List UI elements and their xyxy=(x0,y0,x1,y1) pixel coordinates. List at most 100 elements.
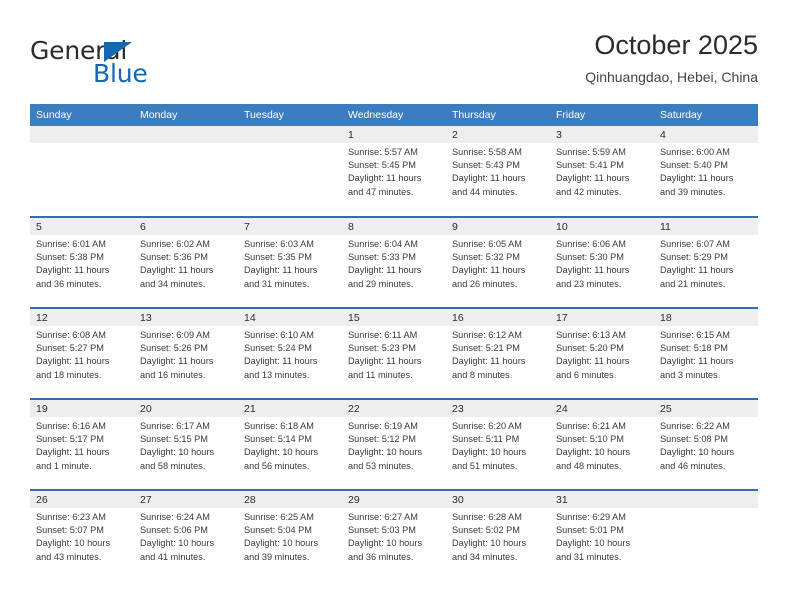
daylight-text-line1: Daylight: 10 hours xyxy=(140,538,215,549)
day-number: 20 xyxy=(134,400,238,417)
daylight-text-line1: Daylight: 11 hours xyxy=(244,356,318,367)
day-details: Sunrise: 6:10 AM Sunset: 5:24 PM Daylight:… xyxy=(238,326,342,382)
calendar-week-row: 19 Sunrise: 6:16 AM Sunset: 5:17 PM Dayligh… xyxy=(30,398,758,490)
calendar-day-cell[interactable]: 10 Sunrise: 6:06 AM Sunset: 5:30 PM Dayligh… xyxy=(550,216,654,308)
daylight-text-line2: and 31 minutes. xyxy=(556,551,622,562)
title-block: October 2025 Qinhuangdao, Hebei, China xyxy=(585,28,758,87)
calendar-day-cell[interactable]: 1 Sunrise: 5:57 AM Sunset: 5:45 PM Daylight… xyxy=(342,126,446,217)
day-number: 8 xyxy=(342,218,446,235)
day-number: 29 xyxy=(342,491,446,508)
day-details: Sunrise: 6:18 AM Sunset: 5:14 PM Daylight:… xyxy=(238,417,342,473)
calendar-day-cell[interactable]: 17 Sunrise: 6:13 AM Sunset: 5:20 PM Dayligh… xyxy=(550,307,654,399)
calendar-day-cell[interactable]: 21 Sunrise: 6:18 AM Sunset: 5:14 PM Dayligh… xyxy=(238,398,342,490)
daylight-text-line2: and 34 minutes. xyxy=(140,278,206,289)
daylight-text-line1: Daylight: 11 hours xyxy=(556,265,630,276)
daylight-text-line1: Daylight: 11 hours xyxy=(660,173,734,184)
sunrise-text: Sunrise: 6:18 AM xyxy=(244,421,314,431)
calendar-day-cell[interactable]: 22 Sunrise: 6:19 AM Sunset: 5:12 PM Dayligh… xyxy=(342,398,446,490)
calendar-day-cell[interactable]: 15 Sunrise: 6:11 AM Sunset: 5:23 PM Dayligh… xyxy=(342,307,446,399)
sunrise-text: Sunrise: 6:28 AM xyxy=(452,512,522,522)
day-number: 26 xyxy=(30,491,134,508)
daylight-text-line2: and 26 minutes. xyxy=(452,278,518,289)
calendar-day-cell[interactable]: 6 Sunrise: 6:02 AM Sunset: 5:36 PM Daylight… xyxy=(134,216,238,308)
sunset-text: Sunset: 5:29 PM xyxy=(660,252,728,263)
sunrise-text: Sunrise: 5:59 AM xyxy=(556,147,626,157)
calendar-day-cell[interactable]: 3 Sunrise: 5:59 AM Sunset: 5:41 PM Daylight… xyxy=(550,126,654,217)
calendar-day-cell[interactable]: 18 Sunrise: 6:15 AM Sunset: 5:18 PM Dayligh… xyxy=(654,307,758,399)
calendar-day-cell[interactable]: 13 Sunrise: 6:09 AM Sunset: 5:26 PM Dayligh… xyxy=(134,307,238,399)
calendar-day-cell[interactable]: 28 Sunrise: 6:25 AM Sunset: 5:04 PM Dayligh… xyxy=(238,489,342,581)
daylight-text-line1: Daylight: 11 hours xyxy=(556,173,630,184)
day-number: 4 xyxy=(654,126,758,143)
daylight-text-line2: and 39 minutes. xyxy=(244,551,310,562)
daylight-text-line2: and 51 minutes. xyxy=(452,460,518,471)
day-number: 2 xyxy=(446,126,550,143)
weekday-header-friday: Friday xyxy=(550,104,654,126)
daylight-text-line1: Daylight: 11 hours xyxy=(556,356,630,367)
sunrise-text: Sunrise: 6:29 AM xyxy=(556,512,626,522)
calendar-day-cell[interactable]: 24 Sunrise: 6:21 AM Sunset: 5:10 PM Dayligh… xyxy=(550,398,654,490)
daylight-text-line1: Daylight: 10 hours xyxy=(452,538,527,549)
calendar-day-cell[interactable]: 30 Sunrise: 6:28 AM Sunset: 5:02 PM Dayligh… xyxy=(446,489,550,581)
sunrise-text: Sunrise: 6:21 AM xyxy=(556,421,626,431)
calendar-day-cell[interactable]: 14 Sunrise: 6:10 AM Sunset: 5:24 PM Dayligh… xyxy=(238,307,342,399)
sunrise-text: Sunrise: 6:01 AM xyxy=(36,239,106,249)
daylight-text-line1: Daylight: 10 hours xyxy=(348,447,423,458)
calendar-day-cell[interactable]: 11 Sunrise: 6:07 AM Sunset: 5:29 PM Dayligh… xyxy=(654,216,758,308)
calendar-day-cell[interactable]: 5 Sunrise: 6:01 AM Sunset: 5:38 PM Daylight… xyxy=(30,216,134,308)
calendar-day-cell[interactable]: 26 Sunrise: 6:23 AM Sunset: 5:07 PM Dayligh… xyxy=(30,489,134,581)
sunrise-text: Sunrise: 6:06 AM xyxy=(556,239,626,249)
sunrise-text: Sunrise: 6:02 AM xyxy=(140,239,210,249)
general-blue-logo[interactable]: General Blue xyxy=(30,36,250,90)
day-number: 1 xyxy=(342,126,446,143)
day-details: Sunrise: 5:57 AM Sunset: 5:45 PM Daylight:… xyxy=(342,143,446,199)
calendar-cell-empty xyxy=(238,126,342,217)
calendar-day-cell[interactable]: 9 Sunrise: 6:05 AM Sunset: 5:32 PM Daylight… xyxy=(446,216,550,308)
daylight-text-line2: and 3 minutes. xyxy=(660,369,721,380)
sunrise-text: Sunrise: 6:07 AM xyxy=(660,239,730,249)
sunrise-text: Sunrise: 6:22 AM xyxy=(660,421,730,431)
sunset-text: Sunset: 5:41 PM xyxy=(556,160,624,171)
daylight-text-line2: and 46 minutes. xyxy=(660,460,726,471)
calendar-day-cell[interactable]: 12 Sunrise: 6:08 AM Sunset: 5:27 PM Dayligh… xyxy=(30,307,134,399)
daylight-text-line1: Daylight: 10 hours xyxy=(452,447,527,458)
day-number xyxy=(134,126,238,143)
daylight-text-line1: Daylight: 11 hours xyxy=(36,265,110,276)
day-details: Sunrise: 6:16 AM Sunset: 5:17 PM Daylight:… xyxy=(30,417,134,473)
calendar-body: 1 Sunrise: 5:57 AM Sunset: 5:45 PM Daylight… xyxy=(30,126,758,581)
calendar-day-cell[interactable]: 20 Sunrise: 6:17 AM Sunset: 5:15 PM Dayligh… xyxy=(134,398,238,490)
daylight-text-line2: and 56 minutes. xyxy=(244,460,310,471)
calendar-day-cell[interactable]: 27 Sunrise: 6:24 AM Sunset: 5:06 PM Dayligh… xyxy=(134,489,238,581)
calendar-day-cell[interactable]: 19 Sunrise: 6:16 AM Sunset: 5:17 PM Dayligh… xyxy=(30,398,134,490)
sunrise-text: Sunrise: 6:13 AM xyxy=(556,330,626,340)
daylight-text-line2: and 23 minutes. xyxy=(556,278,622,289)
day-number: 17 xyxy=(550,309,654,326)
sunset-text: Sunset: 5:11 PM xyxy=(452,434,520,445)
calendar-day-cell[interactable]: 31 Sunrise: 6:29 AM Sunset: 5:01 PM Dayligh… xyxy=(550,489,654,581)
day-number: 23 xyxy=(446,400,550,417)
calendar-day-cell[interactable]: 16 Sunrise: 6:12 AM Sunset: 5:21 PM Dayligh… xyxy=(446,307,550,399)
sunrise-text: Sunrise: 6:10 AM xyxy=(244,330,314,340)
calendar-day-cell[interactable]: 23 Sunrise: 6:20 AM Sunset: 5:11 PM Dayligh… xyxy=(446,398,550,490)
calendar-page: General Blue October 2025 Qinhuangdao, H… xyxy=(0,0,792,612)
sunset-text: Sunset: 5:36 PM xyxy=(140,252,208,263)
daylight-text-line1: Daylight: 11 hours xyxy=(140,356,214,367)
sunset-text: Sunset: 5:32 PM xyxy=(452,252,520,263)
sunrise-text: Sunrise: 6:19 AM xyxy=(348,421,418,431)
daylight-text-line2: and 47 minutes. xyxy=(348,186,414,197)
daylight-text-line2: and 39 minutes. xyxy=(660,186,726,197)
sunset-text: Sunset: 5:17 PM xyxy=(36,434,104,445)
day-details: Sunrise: 6:29 AM Sunset: 5:01 PM Daylight:… xyxy=(550,508,654,564)
sunset-text: Sunset: 5:27 PM xyxy=(36,343,104,354)
calendar-day-cell[interactable]: 8 Sunrise: 6:04 AM Sunset: 5:33 PM Daylight… xyxy=(342,216,446,308)
calendar-day-cell[interactable]: 7 Sunrise: 6:03 AM Sunset: 5:35 PM Daylight… xyxy=(238,216,342,308)
day-details: Sunrise: 6:02 AM Sunset: 5:36 PM Daylight:… xyxy=(134,235,238,291)
calendar-day-cell[interactable]: 25 Sunrise: 6:22 AM Sunset: 5:08 PM Dayligh… xyxy=(654,398,758,490)
day-number: 28 xyxy=(238,491,342,508)
day-details: Sunrise: 6:27 AM Sunset: 5:03 PM Daylight:… xyxy=(342,508,446,564)
calendar-day-cell[interactable]: 2 Sunrise: 5:58 AM Sunset: 5:43 PM Daylight… xyxy=(446,126,550,217)
sunset-text: Sunset: 5:38 PM xyxy=(36,252,104,263)
day-number: 25 xyxy=(654,400,758,417)
calendar-day-cell[interactable]: 29 Sunrise: 6:27 AM Sunset: 5:03 PM Dayligh… xyxy=(342,489,446,581)
calendar-day-cell[interactable]: 4 Sunrise: 6:00 AM Sunset: 5:40 PM Daylight… xyxy=(654,126,758,217)
